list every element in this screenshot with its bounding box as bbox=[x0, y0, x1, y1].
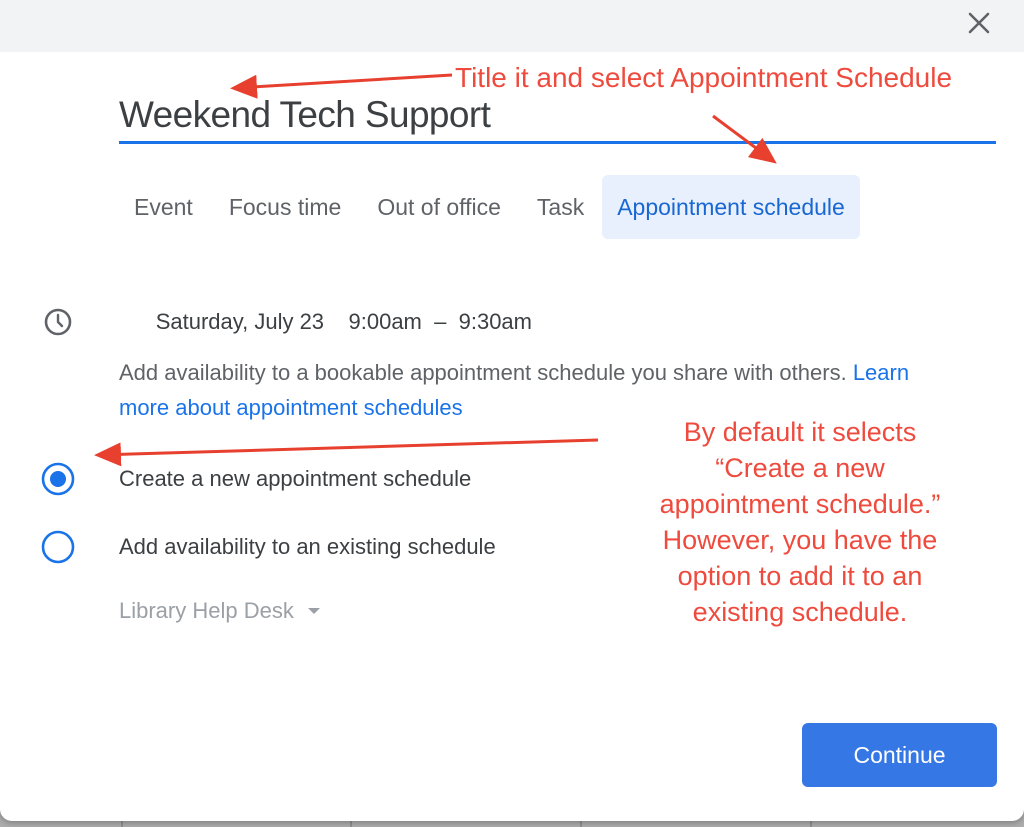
option-add-existing[interactable]: Add availability to an existing schedule bbox=[40, 529, 496, 565]
dialog-header bbox=[0, 0, 1024, 52]
clock-icon bbox=[44, 308, 72, 336]
schedule-dropdown-value: Library Help Desk bbox=[119, 598, 294, 623]
date-time-row: Saturday, July 23 9:00am – 9:30am bbox=[40, 283, 532, 361]
radio-selected-icon[interactable] bbox=[40, 461, 76, 497]
tab-out-of-office[interactable]: Out of office bbox=[359, 175, 519, 239]
option-create-new[interactable]: Create a new appointment schedule bbox=[40, 461, 471, 497]
title-input[interactable] bbox=[119, 90, 996, 140]
close-button[interactable] bbox=[962, 6, 996, 40]
radio-unselected-icon[interactable] bbox=[40, 529, 76, 565]
annotation-title-note: Title it and select Appointment Schedule bbox=[455, 62, 953, 93]
date-time[interactable]: Saturday, July 23 9:00am – 9:30am bbox=[119, 283, 532, 361]
continue-button[interactable]: Continue bbox=[802, 723, 997, 787]
tab-appointment-schedule[interactable]: Appointment schedule bbox=[602, 175, 860, 239]
time-separator: – bbox=[434, 309, 447, 334]
arrow-to-title bbox=[230, 73, 453, 99]
annotation-radio-note: By default it selects “Create a new appo… bbox=[659, 417, 941, 627]
event-type-tabs: Event Focus time Out of office Task Appo… bbox=[116, 175, 860, 239]
tab-task[interactable]: Task bbox=[519, 175, 602, 239]
option-add-existing-label: Add availability to an existing schedule bbox=[119, 534, 496, 559]
start-time[interactable]: 9:00am bbox=[349, 309, 422, 334]
event-dialog: Event Focus time Out of office Task Appo… bbox=[0, 0, 1024, 821]
event-date[interactable]: Saturday, July 23 bbox=[156, 309, 324, 334]
option-create-new-label: Create a new appointment schedule bbox=[119, 466, 472, 491]
arrow-to-radio bbox=[94, 438, 599, 467]
description-text: Add availability to a bookable appointme… bbox=[119, 360, 847, 385]
caret-down-icon bbox=[307, 608, 320, 614]
end-time[interactable]: 9:30am bbox=[459, 309, 532, 334]
close-icon bbox=[968, 12, 990, 34]
tab-event[interactable]: Event bbox=[116, 175, 211, 239]
schedule-dropdown[interactable]: Library Help Desk bbox=[119, 598, 320, 624]
title-field[interactable] bbox=[119, 90, 996, 144]
tab-focus-time[interactable]: Focus time bbox=[211, 175, 359, 239]
